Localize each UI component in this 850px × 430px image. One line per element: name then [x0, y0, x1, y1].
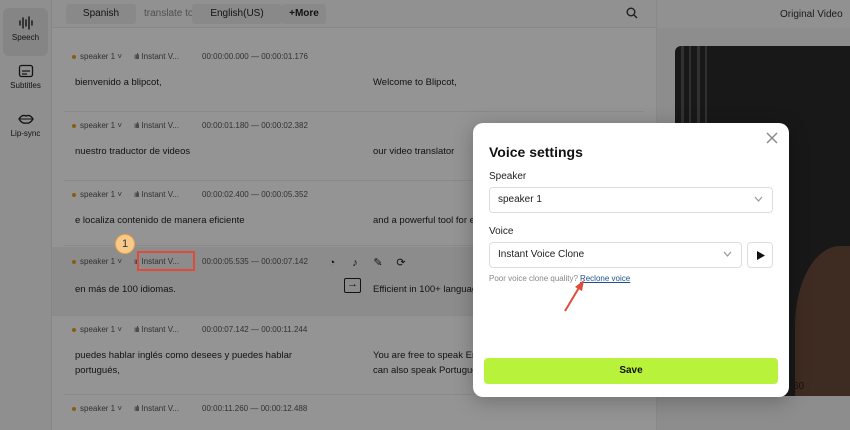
voice-highlight-box	[137, 251, 195, 271]
voice-dropdown[interactable]: Instant Voice Clone	[489, 242, 742, 268]
close-icon[interactable]	[765, 131, 779, 145]
step-marker-1: 1	[115, 234, 135, 254]
speaker-dropdown[interactable]: speaker 1	[489, 187, 773, 213]
save-button[interactable]: Save	[484, 358, 778, 384]
speaker-dropdown-value: speaker 1	[498, 194, 542, 205]
chevron-down-icon	[723, 251, 732, 257]
play-icon	[757, 251, 765, 260]
voice-settings-dialog: Voice settings Speaker speaker 1 Voice I…	[473, 123, 789, 397]
dialog-title: Voice settings	[489, 144, 583, 160]
voice-dropdown-value: Instant Voice Clone	[498, 249, 585, 260]
annotation-arrow-icon	[564, 280, 584, 312]
speaker-label: Speaker	[489, 171, 527, 182]
chevron-down-icon	[754, 196, 763, 202]
voice-label: Voice	[489, 226, 514, 237]
preview-voice-button[interactable]	[747, 242, 773, 268]
app-window: Speech Subtitles Lip-sync Spanish transl…	[0, 0, 850, 430]
